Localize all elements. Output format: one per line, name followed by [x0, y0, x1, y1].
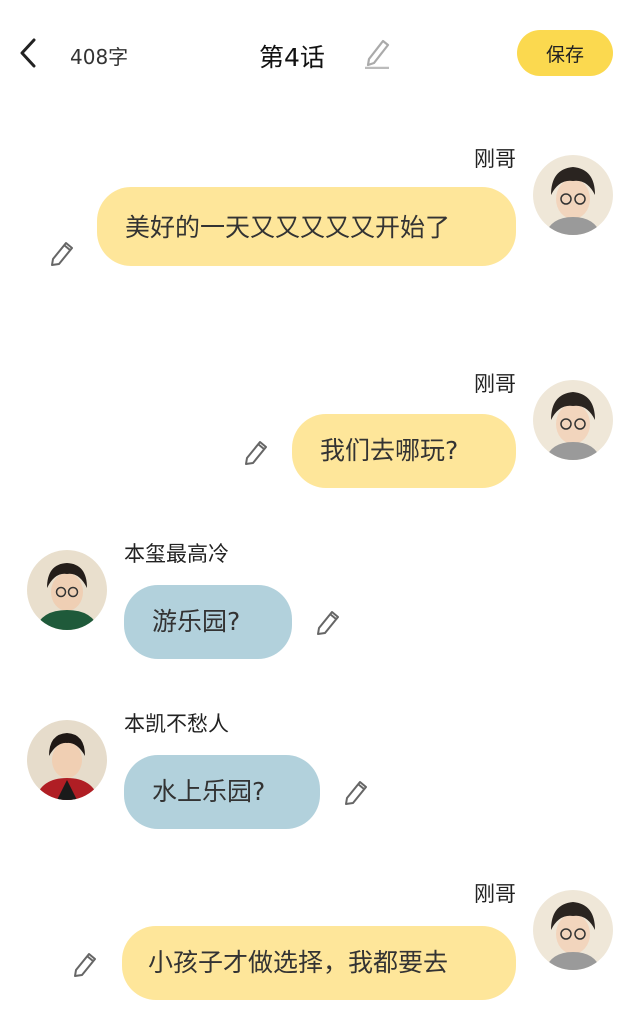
sender-name: 刚哥	[474, 147, 516, 171]
chevron-left-icon	[20, 38, 36, 68]
edit-message-button[interactable]	[70, 949, 100, 979]
avatar[interactable]	[27, 550, 107, 630]
message-bubble[interactable]: 美好的一天又又又又又开始了	[97, 187, 516, 266]
sender-name: 刚哥	[474, 372, 516, 396]
pencil-icon	[74, 953, 96, 977]
message-bubble[interactable]: 小孩子才做选择，我都要去	[122, 926, 516, 1000]
edit-message-button[interactable]	[313, 607, 343, 637]
message-bubble[interactable]: 水上乐园?	[124, 755, 320, 829]
save-button[interactable]: 保存	[517, 30, 613, 76]
pencil-icon	[345, 781, 367, 805]
sender-name: 本玺最高冷	[124, 542, 229, 566]
word-count: 408字	[70, 45, 129, 69]
top-bar: 408字 第4话 保存	[0, 0, 640, 106]
edit-message-button[interactable]	[47, 238, 77, 268]
message-bubble[interactable]: 我们去哪玩?	[292, 414, 516, 488]
avatar[interactable]	[533, 155, 613, 235]
avatar[interactable]	[533, 380, 613, 460]
pencil-icon	[317, 611, 339, 635]
pencil-icon	[245, 441, 267, 465]
back-button[interactable]	[14, 38, 42, 68]
sender-name: 刚哥	[474, 882, 516, 906]
sender-name: 本凯不愁人	[124, 712, 229, 736]
edit-message-button[interactable]	[241, 437, 271, 467]
pencil-icon	[51, 242, 73, 266]
message-bubble[interactable]: 游乐园?	[124, 585, 292, 659]
avatar[interactable]	[533, 890, 613, 970]
chapter-title: 第4话	[259, 43, 325, 72]
edit-message-button[interactable]	[341, 777, 371, 807]
edit-title-button[interactable]	[362, 36, 392, 70]
pencil-icon	[365, 39, 390, 69]
avatar[interactable]	[27, 720, 107, 800]
